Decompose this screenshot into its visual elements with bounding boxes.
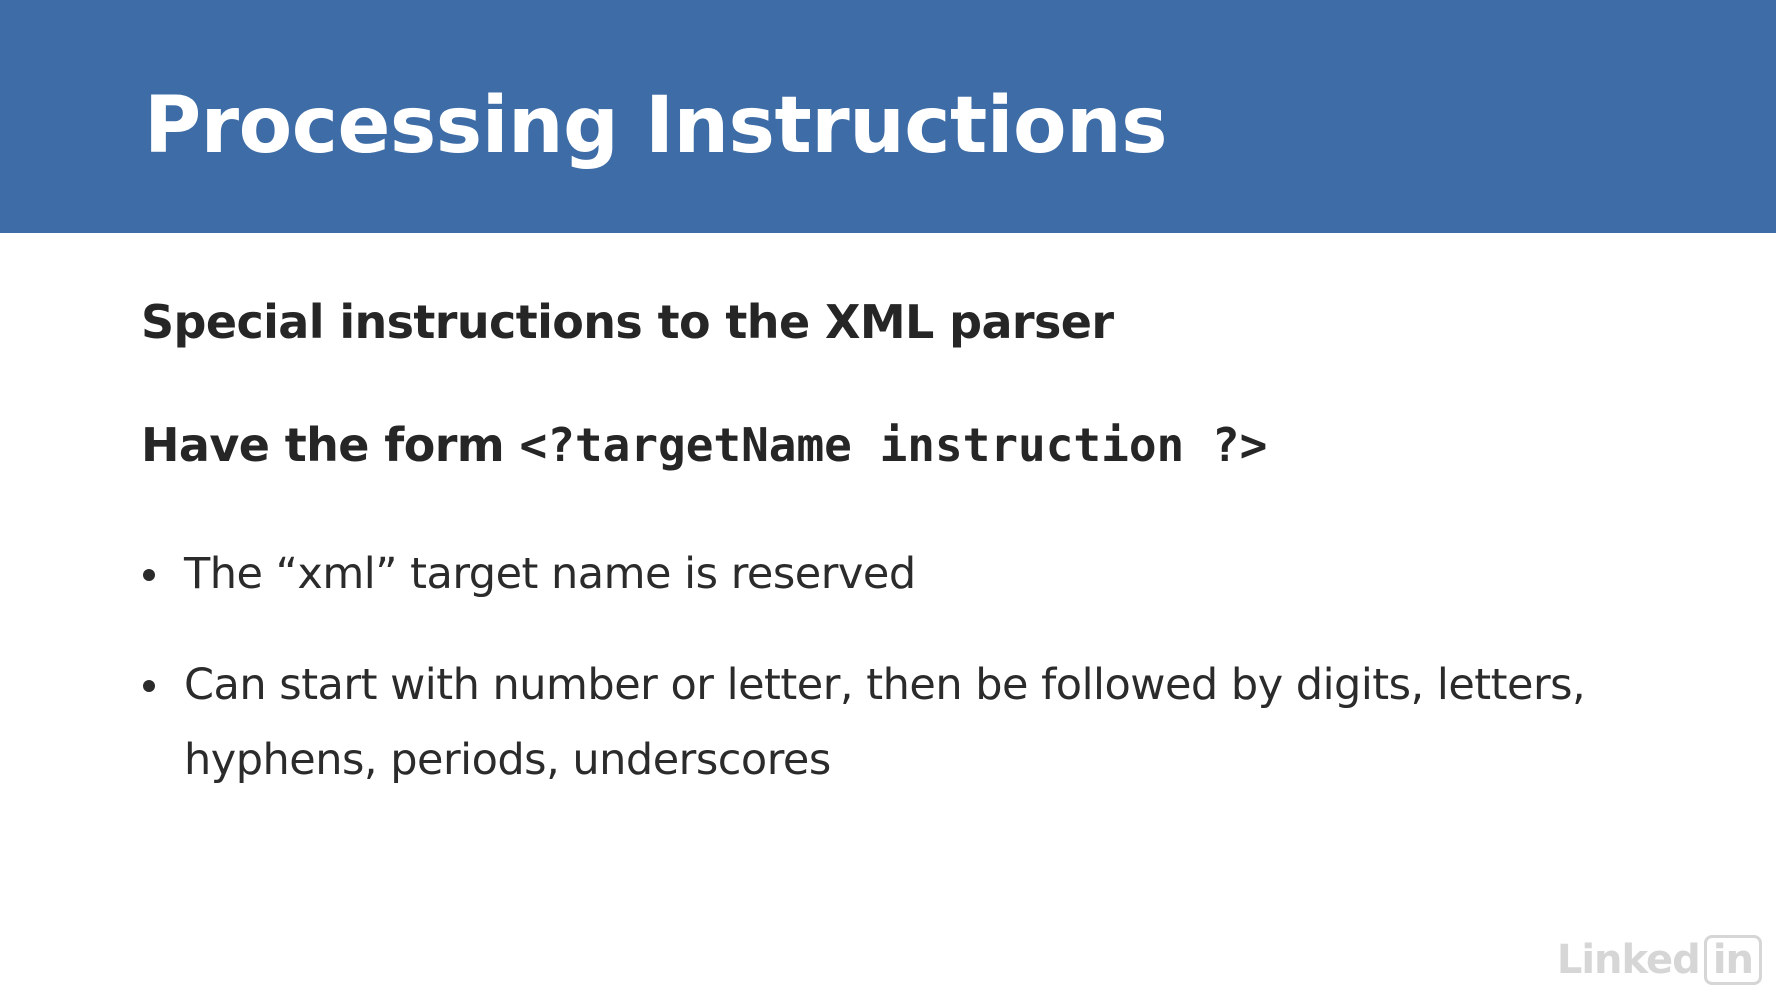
title-banner: Processing Instructions xyxy=(0,0,1776,233)
bullet-dot-icon xyxy=(143,569,155,581)
slide-statement-1: Special instructions to the XML parser xyxy=(141,295,1114,349)
statement-2-prefix: Have the form xyxy=(141,418,520,472)
slide-title: Processing Instructions xyxy=(144,81,1168,171)
slide-statement-2: Have the form <?targetName instruction ?… xyxy=(141,415,1267,475)
bullet-text: Can start with number or letter, then be… xyxy=(184,660,1586,785)
bullet-item: Can start with number or letter, then be… xyxy=(141,648,1641,798)
logo-wordmark: Linked xyxy=(1556,937,1701,983)
bullet-dot-icon xyxy=(143,680,155,692)
logo-in-box: in xyxy=(1703,935,1762,985)
linkedin-logo: Linked in xyxy=(1556,935,1762,985)
code-snippet: <?targetName instruction ?> xyxy=(519,418,1268,472)
bullet-item: The “xml” target name is reserved xyxy=(141,537,1641,612)
bullet-text: The “xml” target name is reserved xyxy=(184,549,916,599)
bullet-list: The “xml” target name is reserved Can st… xyxy=(141,537,1641,798)
